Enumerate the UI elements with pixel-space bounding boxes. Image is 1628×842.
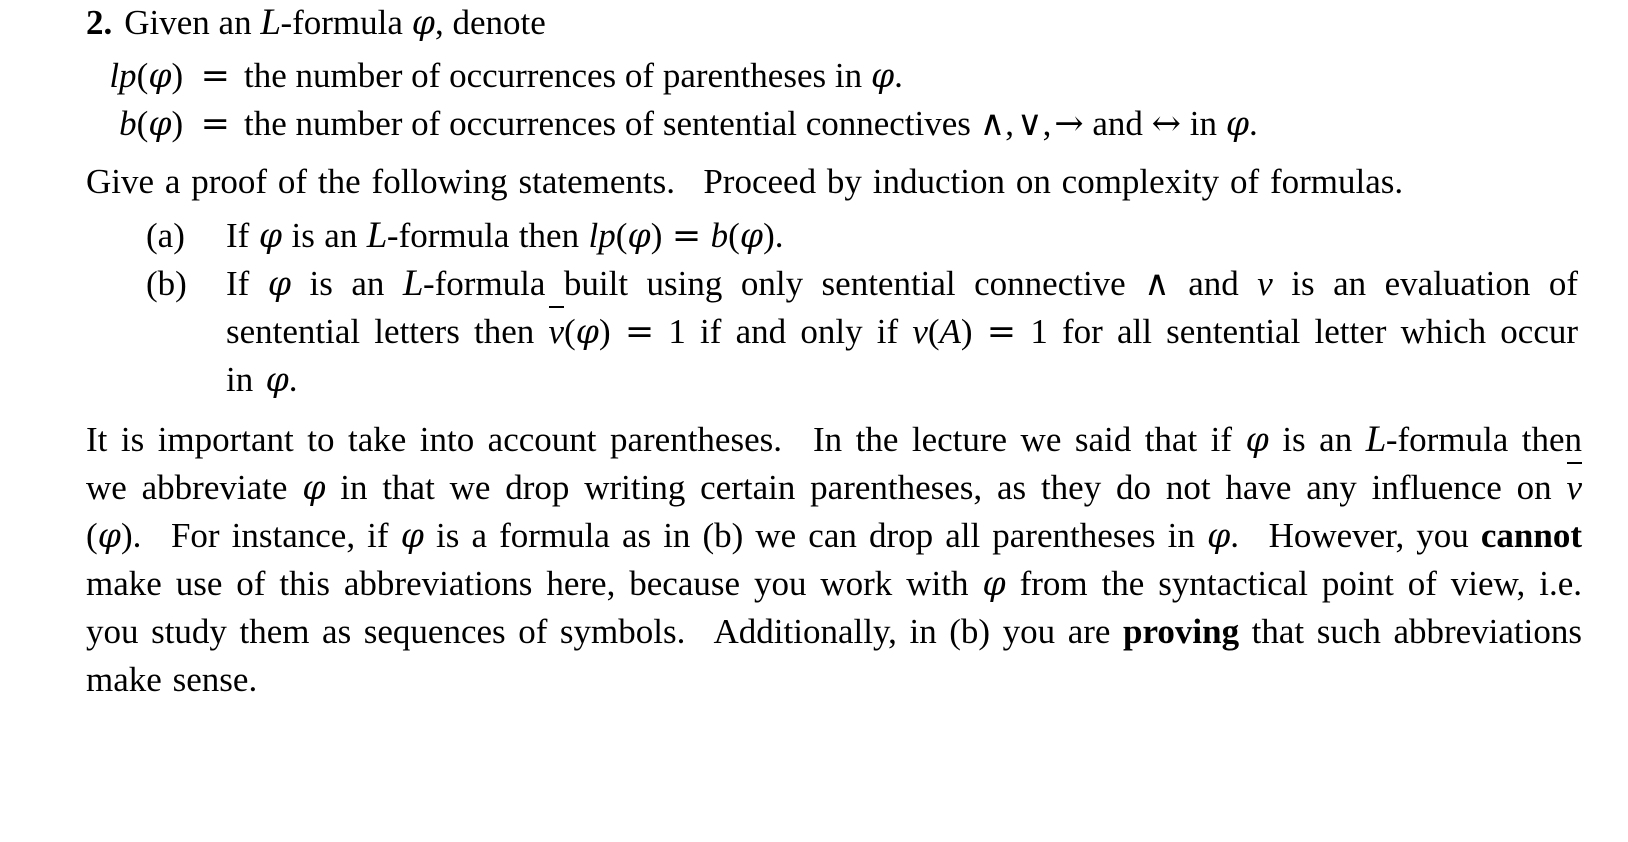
emphasis-cannot: cannot [1480,516,1582,555]
list-item-a: (a) If φ is an L-formula then lp(φ) = b(… [146,212,1578,260]
definition-rhs-b: the number of occurrences of sentential … [244,104,1258,144]
list-item-b-text: If φ is an L-formula built using only se… [226,263,1579,399]
definition-row-b: b(φ) = the number of occurrences of sent… [36,100,1588,148]
problem-header: 2. Given an L-formula φ, denote [36,0,1588,46]
phi-symbol: φ [411,3,435,42]
script-l-symbol: L [260,2,281,43]
definition-lhs-b: b(φ) = [119,104,230,144]
list-item-a-label: (a) [146,216,185,255]
list-item-b: (b) If φ is an L-formula built using onl… [146,260,1578,404]
and-symbol: ∧ [979,104,1006,144]
emphasis-proving: proving [1123,612,1240,651]
v-bar-symbol: v [548,305,564,356]
definition-lhs-lp: lp(φ) = [109,56,230,96]
implies-symbol: → [1054,104,1084,144]
problem-header-after: , denote [434,3,546,42]
problem-header-before: Given an [124,3,261,42]
definition-row-lp: lp(φ) = the number of occurrences of par… [36,52,1588,100]
and-symbol-item-b: ∧ [1144,264,1170,304]
iff-symbol: ↔ [1151,104,1181,144]
v-bar-symbol-closing: v [1566,461,1582,512]
instruction-paragraph: Give a proof of the following statements… [86,162,1404,201]
problem-number: 2. [86,3,113,42]
or-symbol: ∨ [1016,104,1043,144]
list-item-a-text: If φ is an L-formula then lp(φ) = b(φ). [226,215,784,256]
problem-header-middle: -formula [280,3,412,42]
statement-list: (a) If φ is an L-formula then lp(φ) = b(… [36,212,1588,404]
document-page: 2. Given an L-formula φ, denote lp(φ) = t… [0,0,1628,842]
definition-list: lp(φ) = the number of occurrences of par… [36,52,1588,148]
definition-rhs-lp: the number of occurrences of parentheses… [244,56,903,95]
list-item-b-label: (b) [146,264,187,303]
closing-paragraph: It is important to take into account par… [86,419,1583,699]
